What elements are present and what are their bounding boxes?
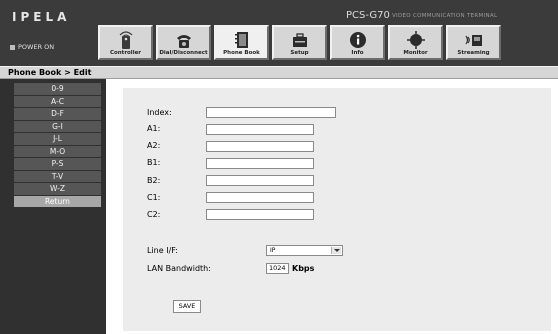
sidebar-item-return[interactable]: Return [14,195,101,208]
tab-info-label: Info [351,50,364,56]
power-status-label: POWER ON [18,43,55,51]
phone-book-icon [234,32,248,48]
app-header: IPELA PCS-G70 VIDEO COMMUNICATION TERMIN… [0,0,558,66]
power-indicator-icon [10,44,15,50]
edit-form-panel [123,88,551,331]
toolbox-icon [292,33,307,47]
b1-label: B1: [147,158,161,167]
tab-dial-disconnect-label: Dial/Disconnect [159,50,208,56]
tab-monitor-label: Monitor [403,50,428,56]
a2-input[interactable] [206,141,314,152]
a2-label: A2: [147,141,161,150]
sidebar: 0-9 A-C D-F G-I J-L M-O P-S T-V W-Z Retu… [0,79,106,334]
a1-label: A1: [147,124,161,133]
tab-info[interactable]: Info [330,25,385,60]
line-if-label: Line I/F: [147,246,178,255]
chevron-down-icon [331,247,341,254]
breadcrumb: Phone Book > Edit [0,66,558,79]
model-name: PCS-G70 [346,10,390,21]
c2-label: C2: [147,210,161,219]
sidebar-item-g-i[interactable]: G-I [14,120,101,133]
index-input[interactable] [206,107,336,118]
tab-controller[interactable]: Controller [98,25,153,60]
breadcrumb-text: Phone Book > Edit [8,68,92,77]
sidebar-item-t-v[interactable]: T-V [14,170,101,183]
tab-streaming[interactable]: Streaming [446,25,501,60]
line-if-selected-value: IP [270,247,276,254]
a1-input[interactable] [206,124,314,135]
sidebar-item-p-s[interactable]: P-S [14,158,101,171]
tab-phone-book[interactable]: Phone Book [214,25,269,60]
tab-monitor[interactable]: Monitor [388,25,443,60]
c1-input[interactable] [206,192,314,203]
sidebar-item-m-o[interactable]: M-O [14,145,101,158]
streaming-icon [465,35,482,46]
tab-streaming-label: Streaming [457,50,490,56]
tab-controller-label: Controller [109,50,142,56]
tab-phone-book-label: Phone Book [223,50,260,56]
model-subtitle: VIDEO COMMUNICATION TERMINAL [392,13,498,19]
ipela-logo: IPELA [12,10,71,24]
tab-setup-label: Setup [290,50,309,56]
sidebar-item-0-9[interactable]: 0-9 [14,83,101,96]
info-icon [349,32,366,48]
b2-input[interactable] [206,175,314,186]
lan-bandwidth-label: LAN Bandwidth: [147,264,211,273]
lan-bandwidth-input[interactable]: 1024 [266,263,289,274]
index-label: Index: [147,108,172,117]
sidebar-item-d-f[interactable]: D-F [14,108,101,121]
main-tab-bar: Controller Dial/Disconnect Phone Book Se… [98,25,501,61]
lan-bandwidth-unit: Kbps [292,264,315,273]
c2-input[interactable] [206,209,314,220]
tab-dial-disconnect[interactable]: Dial/Disconnect [156,25,211,60]
sidebar-item-w-z[interactable]: W-Z [14,183,101,196]
c1-label: C1: [147,193,161,202]
line-if-select[interactable]: IP [266,245,343,256]
tab-setup[interactable]: Setup [272,25,327,60]
b2-label: B2: [147,176,161,185]
remote-control-icon [119,31,132,49]
sidebar-item-j-l[interactable]: J-L [14,133,101,146]
save-button[interactable]: SAVE [173,300,201,313]
monitor-icon [406,31,425,49]
b1-input[interactable] [206,158,314,169]
telephone-icon [176,35,191,48]
sidebar-item-a-c[interactable]: A-C [14,95,101,108]
power-status: POWER ON [10,43,54,51]
